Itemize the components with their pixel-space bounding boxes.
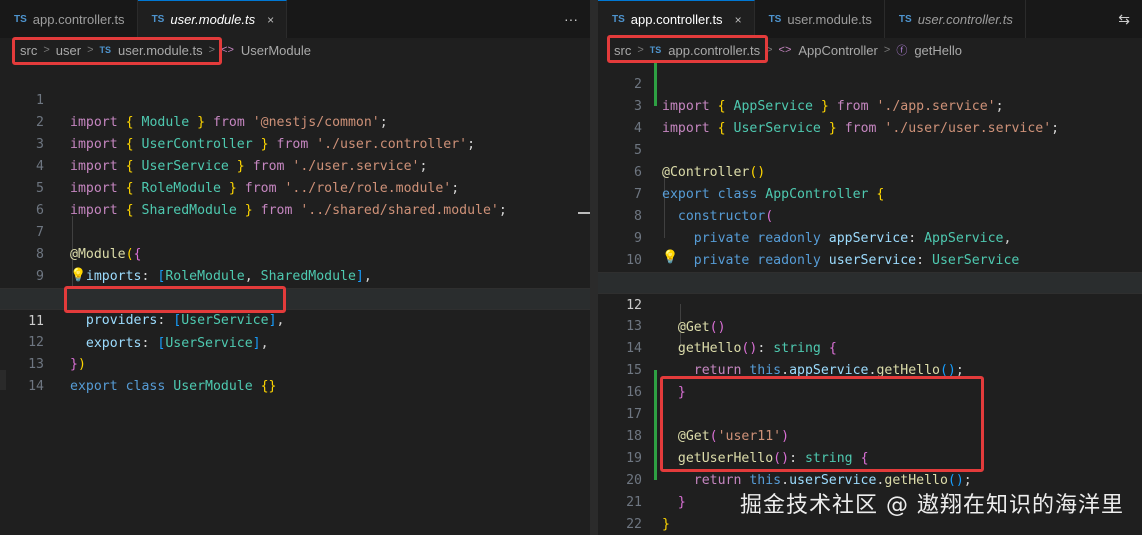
right-tab-bar: TS app.controller.ts × TS user.module.ts…: [598, 0, 1142, 38]
code-line: 9 private readonly userService: UserServ…: [598, 206, 1142, 268]
tab-user-controller[interactable]: TS user.controller.ts: [885, 0, 1026, 38]
scrollbar[interactable]: [0, 370, 6, 390]
left-tab-bar: TS app.controller.ts TS user.module.ts ×…: [0, 0, 590, 38]
code-line-current: 12 @Get(): [598, 272, 1142, 335]
tab-spacer: [287, 0, 564, 38]
compare-changes-icon[interactable]: ⇆: [1118, 11, 1130, 28]
minimap-marker: [578, 212, 590, 214]
tab-user-module[interactable]: TS user.module.ts: [755, 0, 885, 38]
code-line: 3 import { UserService } from './user/us…: [598, 74, 1142, 136]
tab-app-controller[interactable]: TS app.controller.ts ×: [598, 0, 755, 38]
code-line: 12 }): [0, 310, 590, 372]
tab-app-controller[interactable]: TS app.controller.ts: [0, 0, 138, 38]
code-line: 6 export class AppController {: [598, 140, 1142, 202]
tab-label: app.controller.ts: [630, 12, 723, 27]
tab-label: app.controller.ts: [32, 11, 125, 27]
tab-spacer: [1026, 0, 1118, 38]
tab-actions: ···: [564, 0, 590, 38]
code-line: 3 import { UserService } from './user.se…: [0, 112, 590, 174]
code-line: 2 import { UserController } from './user…: [0, 90, 590, 152]
right-editor-group: TS app.controller.ts × TS user.module.ts…: [598, 0, 1142, 535]
code-line: 15 }: [598, 338, 1142, 400]
code-line: 9 controllers: [UserController],: [0, 244, 590, 306]
tab-user-module[interactable]: TS user.module.ts ×: [137, 0, 288, 38]
typescript-icon: TS: [612, 14, 625, 25]
left-editor-group: TS app.controller.ts TS user.module.ts ×…: [0, 0, 590, 535]
highlight-box-breadcrumb: [12, 37, 222, 65]
watermark-text: 掘金技术社区 @ 遨翔在知识的海洋里: [740, 493, 1124, 518]
highlight-box-exports: [64, 286, 286, 313]
tab-label: user.controller.ts: [917, 11, 1013, 27]
code-line: 8 private readonly appService: AppServic…: [598, 184, 1142, 246]
tab-label: user.module.ts: [170, 12, 256, 27]
tab-label: user.module.ts: [787, 11, 872, 27]
typescript-icon: TS: [768, 13, 782, 25]
highlight-box-new-route: [660, 376, 984, 472]
code-line: 10 providers: [UserService],: [0, 266, 590, 328]
lightbulb-icon[interactable]: 💡: [662, 250, 678, 265]
code-line: 11: [598, 250, 1142, 290]
code-line: 5 import { SharedModule } from '../share…: [0, 156, 590, 218]
code-line: 14 return this.appService.getHello();: [598, 316, 1142, 378]
code-line: 14: [0, 354, 590, 394]
tab-actions: ⇆: [1118, 0, 1142, 38]
breadcrumb-item-symbol[interactable]: UserModule: [241, 43, 311, 58]
code-line: 13 export class UserModule {}: [0, 332, 590, 394]
line-number: 22: [626, 517, 642, 532]
editor-split-divider[interactable]: [590, 0, 598, 535]
close-icon[interactable]: ×: [267, 13, 274, 27]
line-number: 14: [28, 379, 44, 394]
code-line: 7 @Module({: [0, 200, 590, 262]
code-line: 4 import { RoleModule } from '../role/ro…: [0, 134, 590, 196]
code-line: 1 import { Module } from '@nestjs/common…: [0, 68, 590, 130]
code-line: 10 ) {}: [598, 228, 1142, 290]
code-line: 13 getHello(): string {: [598, 294, 1142, 356]
typescript-icon: TS: [151, 14, 165, 25]
close-icon[interactable]: ×: [735, 13, 742, 27]
code-line: 6: [0, 178, 590, 218]
code-line: 4: [598, 96, 1142, 136]
typescript-icon: TS: [14, 13, 27, 25]
more-actions-icon[interactable]: ···: [564, 11, 578, 27]
typescript-icon: TS: [898, 13, 912, 25]
class-symbol-icon: <>: [221, 44, 234, 56]
code-line: 5 @Controller(): [598, 118, 1142, 180]
lightbulb-icon[interactable]: 💡: [70, 268, 86, 283]
code-line: 8 imports: [RoleModule, SharedModule],: [0, 222, 590, 284]
code-line: 7 constructor(: [598, 162, 1142, 224]
highlight-box-breadcrumb: [607, 35, 768, 63]
